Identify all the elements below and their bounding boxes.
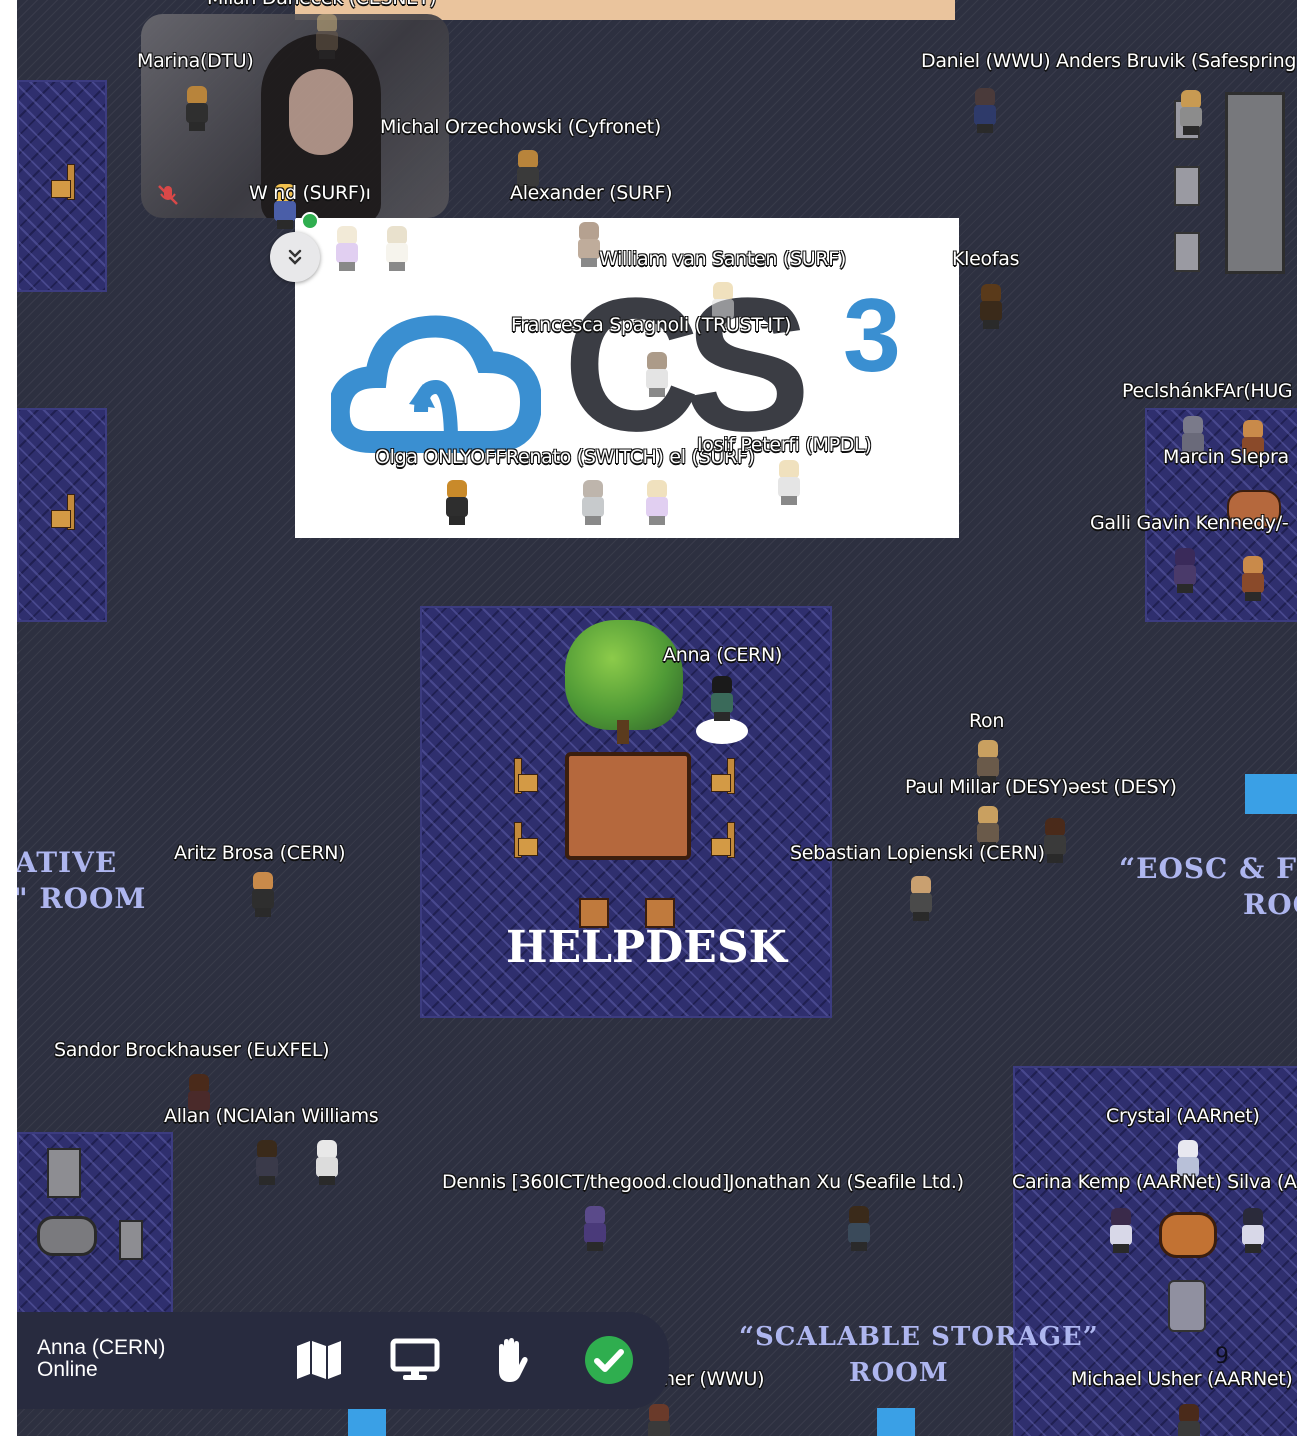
cs3-logo-text: CS <box>563 259 811 471</box>
player-name: Paul Millar (DESY)əest (DESY) <box>905 776 1177 798</box>
player-name: Iosif Peterfi (MPDL) <box>697 434 872 456</box>
eosc-room-label-2: ROO <box>1243 888 1297 921</box>
bookshelf <box>1225 92 1285 274</box>
player-name: W nd (SURF)ı <box>249 182 371 204</box>
cs3-logo-superscript: 3 <box>843 278 901 394</box>
avatar[interactable] <box>311 14 343 60</box>
helpdesk-table <box>565 752 691 860</box>
chair <box>514 822 538 858</box>
avatar[interactable] <box>641 352 673 398</box>
grey-chair <box>119 1220 143 1260</box>
grey-table <box>37 1216 97 1256</box>
player-name: Francesca Spagnoli (TRUST-IT) <box>511 314 792 336</box>
player-name: Kleofas <box>952 248 1020 270</box>
avatar[interactable] <box>441 480 473 526</box>
user-status: Online <box>37 1358 98 1381</box>
wall-chair-2 <box>1174 166 1200 206</box>
player-name: her (WWU) <box>663 1368 765 1390</box>
eosc-room-label-1: “EOSC & FED <box>1119 852 1297 885</box>
player-name: Anna (CERN) <box>663 644 782 666</box>
player-name: Dennis [360ICT/thegood.cloud]Jonathan Xu… <box>442 1171 964 1193</box>
player-name: William van Santen (SURF) <box>599 248 847 270</box>
raise-hand-icon <box>499 1338 528 1382</box>
bottom-toolbar: Anna (CERN) Online <box>17 1312 669 1409</box>
player-name: Carina Kemp (AARNet) Silva (A <box>1012 1171 1297 1193</box>
player-name: Galli Gavin Kennedy/- <box>1090 512 1289 534</box>
eosc-arrow-marker <box>1245 774 1297 814</box>
player-name: Michael Usher (AARNet) <box>1071 1368 1293 1390</box>
avatar[interactable] <box>975 284 1007 330</box>
avatar[interactable] <box>381 226 413 272</box>
storage-room-label-2: ROOM <box>849 1358 949 1388</box>
left-room-label-2: " ROOM <box>17 882 147 915</box>
tree <box>565 620 683 730</box>
map-button[interactable] <box>293 1334 345 1386</box>
expand-video-button[interactable] <box>270 232 320 282</box>
left-room-label-1: ATIVE <box>17 846 118 879</box>
player-name: Alexander (SURF) <box>510 182 673 204</box>
player-name: Ron <box>969 710 1005 732</box>
status-check-button[interactable] <box>583 1334 635 1386</box>
chair <box>514 758 538 794</box>
muted-mic-icon[interactable] <box>155 182 181 208</box>
player-name: Aritz Brosa (CERN) <box>174 842 346 864</box>
avatar[interactable] <box>1237 1208 1269 1254</box>
chevron-double-down-icon <box>288 249 302 265</box>
avatar[interactable] <box>905 876 937 922</box>
storage-stool <box>1168 1280 1206 1332</box>
player-name: Daniel (WWU) Anders Bruvik (Safespring <box>921 50 1297 72</box>
helpdesk-label: HELPDESK <box>506 922 787 973</box>
player-name: PeclshánkFAr(HUG <box>1122 380 1293 402</box>
cloud-logo-icon <box>331 315 541 453</box>
player-name: Michal Orzechowski (Cyfronet) <box>380 116 661 138</box>
chair <box>51 494 75 530</box>
avatar[interactable] <box>641 480 673 526</box>
avatar-anna[interactable] <box>706 676 738 722</box>
avatar[interactable] <box>773 460 805 506</box>
avatar[interactable] <box>181 86 213 132</box>
check-icon <box>585 1336 633 1384</box>
chair <box>51 164 75 200</box>
player-name: Sebastian Lopienski (CERN) <box>790 842 1045 864</box>
player-name: Crystal (AARnet) <box>1106 1105 1260 1127</box>
door-marker-right <box>877 1408 915 1436</box>
grey-shelf <box>47 1148 81 1198</box>
avatar[interactable] <box>1237 556 1269 602</box>
player-name: Sandor Brockhauser (EuXFEL) <box>54 1039 330 1061</box>
wall-chair-3 <box>1174 232 1200 272</box>
player-name: Marcin Slepra <box>1163 446 1289 468</box>
avatar[interactable] <box>1175 90 1207 136</box>
map-icon <box>297 1341 341 1379</box>
user-name[interactable]: Anna (CERN) <box>37 1336 165 1360</box>
avatar[interactable] <box>1169 548 1201 594</box>
avatar[interactable] <box>1173 1404 1205 1436</box>
avatar[interactable] <box>311 1140 343 1186</box>
door-marker-left <box>348 1408 386 1436</box>
avatar[interactable] <box>643 1404 675 1436</box>
banner-name: Milan Daneček (CESNET) <box>207 0 437 9</box>
avatar[interactable] <box>577 480 609 526</box>
game-world[interactable]: Milan Daneček (CESNET) Marina(DTU) CS 3 <box>17 0 1297 1436</box>
screen-share-icon <box>390 1338 440 1380</box>
video-tile-name: Marina(DTU) <box>137 50 254 72</box>
avatar[interactable] <box>247 872 279 918</box>
chair <box>711 822 735 858</box>
player-name: Allan (NCIAlan Williams <box>164 1105 379 1127</box>
avatar[interactable] <box>331 226 363 272</box>
avatar[interactable] <box>843 1206 875 1252</box>
self-status-dot <box>301 212 319 230</box>
avatar[interactable] <box>969 88 1001 134</box>
tree-trunk <box>617 720 629 744</box>
storage-room-label-1: “SCALABLE STORAGE” <box>739 1322 1099 1352</box>
avatar[interactable] <box>251 1140 283 1186</box>
video-face <box>289 69 353 155</box>
screen-share-button[interactable] <box>389 1334 441 1386</box>
chair <box>711 758 735 794</box>
storage-table <box>1159 1212 1217 1258</box>
avatar[interactable] <box>579 1206 611 1252</box>
raise-hand-button[interactable] <box>485 1334 537 1386</box>
avatar[interactable] <box>1105 1208 1137 1254</box>
table-number: 9 <box>1215 1344 1229 1369</box>
